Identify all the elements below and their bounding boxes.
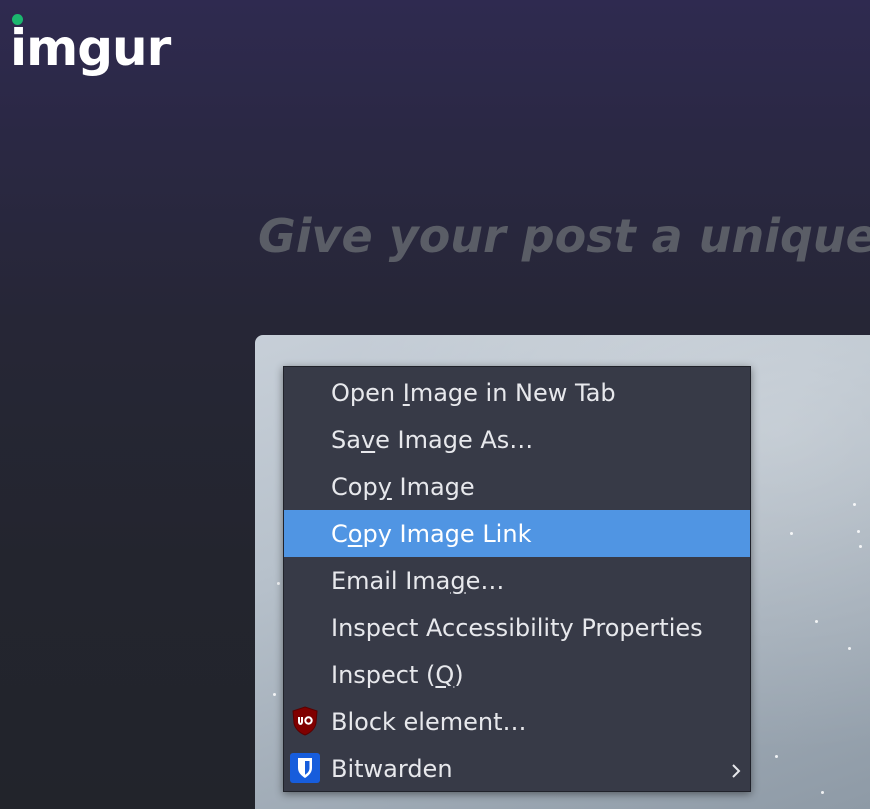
ublock-origin-icon — [290, 706, 320, 736]
chevron-right-icon — [730, 758, 742, 778]
menu-item-label: Save Image As… — [331, 425, 534, 454]
menu-item-copy-image-link[interactable]: Copy Image Link — [284, 510, 750, 557]
logo-text: imgur — [10, 19, 171, 77]
snow-speck — [848, 647, 851, 650]
menu-item-save-image-as[interactable]: Save Image As… — [284, 416, 750, 463]
menu-item-label: Block element… — [331, 707, 527, 736]
snow-speck — [821, 791, 824, 794]
snow-speck — [277, 582, 280, 585]
menu-item-label: Copy Image — [331, 472, 475, 501]
snow-speck — [859, 545, 862, 548]
snow-speck — [273, 693, 276, 696]
menu-item-label: Open Image in New Tab — [331, 378, 616, 407]
menu-item-bitwarden[interactable]: Bitwarden — [284, 745, 750, 792]
menu-item-block-element[interactable]: Block element… — [284, 698, 750, 745]
snow-speck — [853, 503, 856, 506]
menu-item-inspect-accessibility[interactable]: Inspect Accessibility Properties — [284, 604, 750, 651]
bitwarden-shield-icon — [290, 753, 320, 783]
snow-speck — [815, 620, 818, 623]
image-context-menu: Open Image in New Tab Save Image As… Cop… — [283, 366, 751, 792]
imgur-logo[interactable]: imgur — [10, 12, 200, 84]
post-title-placeholder[interactable]: Give your post a unique — [258, 206, 870, 266]
menu-item-label: Inspect (Q) — [331, 660, 464, 689]
menu-item-open-image-new-tab[interactable]: Open Image in New Tab — [284, 369, 750, 416]
menu-item-email-image[interactable]: Email Image… — [284, 557, 750, 604]
snow-speck — [857, 530, 860, 533]
menu-item-inspect[interactable]: Inspect (Q) — [284, 651, 750, 698]
menu-item-copy-image[interactable]: Copy Image — [284, 463, 750, 510]
snow-speck — [790, 532, 793, 535]
menu-item-label: Inspect Accessibility Properties — [331, 613, 703, 642]
menu-item-label: Bitwarden — [331, 754, 453, 783]
snow-speck — [775, 755, 778, 758]
menu-item-label: Copy Image Link — [331, 519, 532, 548]
menu-item-label: Email Image… — [331, 566, 505, 595]
